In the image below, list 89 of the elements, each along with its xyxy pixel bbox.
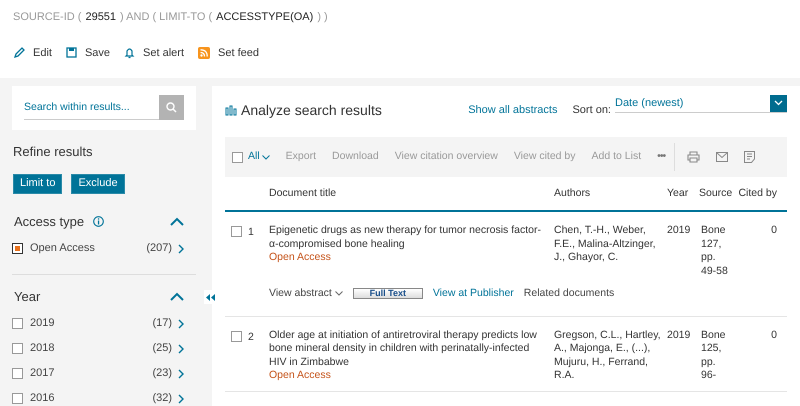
year-cell-text: 2019 bbox=[667, 224, 692, 238]
collapse-sidebar-button[interactable] bbox=[204, 290, 216, 304]
chevron-down-icon bbox=[262, 154, 270, 160]
facet-count: (207) bbox=[146, 241, 172, 256]
open-access-label: Open Access bbox=[269, 369, 332, 383]
authors-cell-text: Chen, T.-H., Weber, F.E., Malina-Altzinger, J., Ghayor, C. bbox=[554, 224, 657, 265]
query-value: ACCESSTYPE(OA) bbox=[216, 10, 314, 25]
analyze-link[interactable]: Analyze search results bbox=[225, 100, 382, 120]
view-abstract-toggle[interactable]: View abstract bbox=[269, 286, 343, 302]
chevron-right-icon bbox=[178, 368, 184, 378]
pencil-icon bbox=[13, 46, 25, 59]
checkbox[interactable] bbox=[232, 152, 243, 162]
facet-option[interactable]: 2017 bbox=[30, 365, 54, 382]
checkbox[interactable] bbox=[12, 243, 23, 254]
column-header[interactable]: Document title bbox=[269, 186, 554, 202]
facet-count: (17) bbox=[152, 316, 172, 332]
document-title-link[interactable]: Epigenetic drugs as new therapy for tumor necrosis factor-α-compromised bone healing bbox=[269, 224, 546, 251]
facet-count: (23) bbox=[152, 366, 172, 382]
bibliography-button[interactable] bbox=[744, 151, 756, 163]
facet-option[interactable]: 2018 bbox=[30, 340, 54, 357]
chevron-right-icon bbox=[178, 244, 184, 254]
chevron-down-icon bbox=[334, 291, 343, 296]
search-icon bbox=[166, 102, 177, 113]
query-text: ) AND ( LIMIT-TO ( bbox=[120, 10, 212, 25]
facet-option[interactable]: Open Access bbox=[30, 240, 95, 257]
select-all-dropdown[interactable]: All bbox=[248, 149, 270, 165]
authors-cell-text: Gregson, C.L., Hartley, A., Majonga, E., (...), Mujuru, H., Ferrand, R.A. bbox=[554, 328, 662, 383]
facet-count: (25) bbox=[152, 341, 172, 356]
document-title-link[interactable]: Older age at initiation of antiretroviral therapy predicts low bone mineral density in children with perinatally-infected HIV in Zimbabwe bbox=[269, 328, 546, 370]
checkbox[interactable] bbox=[231, 226, 242, 237]
sort-dropdown[interactable]: Date (newest) bbox=[615, 94, 787, 113]
section-title: Refine results bbox=[13, 143, 94, 161]
bell-icon bbox=[124, 46, 136, 59]
related-documents-link[interactable]: Related documents bbox=[524, 286, 614, 302]
chevron-right-icon bbox=[178, 344, 184, 354]
row-number: 2 bbox=[248, 330, 254, 343]
row-number: 1 bbox=[248, 226, 254, 238]
facet-count: (32) bbox=[152, 391, 172, 406]
facet-option[interactable]: 2016 bbox=[30, 390, 54, 406]
chevron-up-icon bbox=[170, 217, 184, 226]
publisher-link[interactable]: View at Publisher bbox=[432, 286, 514, 302]
query-value: 29551 bbox=[85, 10, 116, 25]
envelope-icon bbox=[716, 152, 728, 162]
sort-label: Sort on: bbox=[572, 102, 611, 118]
action-button[interactable]: Save bbox=[66, 44, 110, 61]
year-cell-text: 2019 bbox=[667, 328, 692, 343]
chevron-right-icon bbox=[178, 394, 184, 404]
print-button[interactable] bbox=[687, 151, 700, 163]
chevron-down-icon bbox=[774, 100, 783, 106]
action-button[interactable]: Set alert bbox=[124, 44, 184, 61]
checkbox[interactable] bbox=[12, 343, 23, 354]
email-button[interactable] bbox=[716, 152, 728, 162]
checkbox[interactable] bbox=[231, 330, 242, 342]
filter-button[interactable]: Limit to bbox=[13, 174, 62, 194]
more-button[interactable]: ••• bbox=[657, 149, 666, 165]
cited-by-cell-text: 0 bbox=[770, 328, 777, 343]
chevron-up-icon bbox=[170, 292, 184, 301]
checkbox[interactable] bbox=[12, 393, 23, 404]
document-icon bbox=[744, 151, 756, 163]
checkbox[interactable] bbox=[12, 368, 23, 379]
facet-title: Access type bbox=[14, 212, 84, 231]
open-access-label: Open Access bbox=[269, 251, 332, 264]
checkbox[interactable] bbox=[12, 318, 23, 329]
action-button[interactable]: Edit bbox=[13, 44, 52, 61]
chevron-right-icon bbox=[178, 318, 184, 328]
action-button[interactable]: Set feed bbox=[198, 44, 259, 61]
rss-icon bbox=[198, 46, 210, 59]
collapse-toggle[interactable] bbox=[170, 217, 184, 226]
column-header[interactable]: Authors bbox=[554, 186, 667, 202]
source-cell-text: Bone 125, pp. 96- bbox=[700, 328, 727, 383]
filter-button[interactable]: Exclude bbox=[71, 174, 125, 194]
column-header[interactable]: Year bbox=[667, 186, 699, 202]
double-chevron-left-icon bbox=[206, 294, 214, 300]
search-button[interactable] bbox=[159, 95, 184, 120]
query-text: SOURCE-ID ( bbox=[13, 10, 82, 25]
show-abstracts-link[interactable]: Show all abstracts bbox=[468, 102, 558, 118]
search-field[interactable]: Search within results... bbox=[24, 95, 159, 120]
query-text: ) ) bbox=[317, 10, 328, 25]
search-box[interactable]: Search within results... bbox=[12, 86, 196, 130]
facet-title: Year bbox=[14, 288, 40, 306]
printer-icon bbox=[687, 151, 700, 163]
full-text-button[interactable]: Full Text bbox=[352, 288, 423, 300]
column-header[interactable]: Cited by bbox=[738, 186, 777, 202]
source-cell-text: Bone 127, pp. 49-58 bbox=[700, 224, 729, 278]
bar-chart-icon bbox=[225, 104, 238, 116]
column-header[interactable]: Source bbox=[699, 186, 737, 202]
facet-option[interactable]: 2019 bbox=[30, 315, 54, 332]
cited-by-cell-text: 0 bbox=[770, 224, 777, 238]
collapse-toggle[interactable] bbox=[170, 292, 184, 301]
